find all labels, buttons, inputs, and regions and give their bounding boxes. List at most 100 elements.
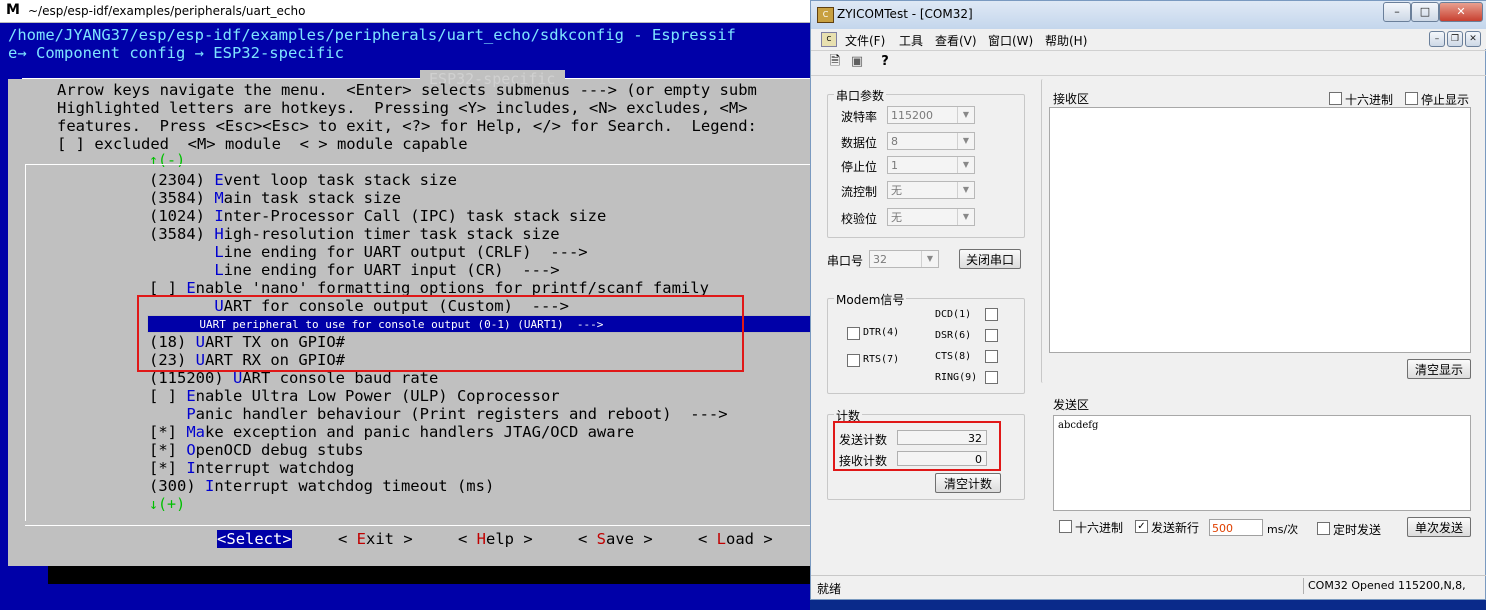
help-icon[interactable]: ? bbox=[877, 54, 893, 70]
scroll-down-indicator: ↓(+) bbox=[149, 495, 186, 513]
comtest-titlebar: C ZYICOMTest - [COM32] – □ ✕ bbox=[811, 1, 1486, 29]
dsr-label: DSR(6) bbox=[935, 330, 972, 341]
stop-bits-label: 停止位 bbox=[841, 160, 878, 174]
data-bits-label: 数据位 bbox=[841, 136, 878, 150]
chevron-down-icon: ▼ bbox=[957, 182, 974, 198]
dialog-top-border bbox=[22, 78, 810, 79]
timed-send-label: 定时发送 bbox=[1333, 523, 1382, 537]
doc-icon: C bbox=[821, 32, 837, 47]
parity-select[interactable]: 无 ▼ bbox=[887, 208, 975, 226]
serial-params-title: 串口参数 bbox=[834, 87, 887, 104]
baud-label: 波特率 bbox=[841, 110, 878, 124]
help-line-4: [ ] excluded <M> module < > module capab… bbox=[57, 135, 468, 153]
mdi-restore-icon[interactable]: ❐ bbox=[1447, 31, 1463, 47]
cts-indicator bbox=[985, 350, 998, 363]
mdi-minimize-icon[interactable]: – bbox=[1429, 31, 1445, 47]
menu-item[interactable]: Line ending for UART output (CRLF) ---> bbox=[149, 243, 587, 261]
send-newline-checkbox[interactable]: ✓ bbox=[1135, 520, 1148, 533]
close-port-button[interactable]: 关闭串口 bbox=[959, 249, 1021, 269]
maximize-icon[interactable]: □ bbox=[1411, 2, 1439, 22]
menu-help[interactable]: 帮助(H) bbox=[1045, 32, 1087, 49]
config-path: /home/JYANG37/esp/esp-idf/examples/perip… bbox=[8, 26, 736, 44]
status-bar: 就绪 COM32 Opened 115200,N,8, bbox=[811, 575, 1486, 598]
recv-hex-checkbox[interactable] bbox=[1329, 92, 1342, 105]
terminal-window: M ~/esp/esp-idf/examples/peripherals/uar… bbox=[0, 0, 810, 610]
interval-unit: ms/次 bbox=[1267, 523, 1299, 536]
receive-label: 接收区 bbox=[1053, 92, 1090, 106]
menu-item[interactable]: (1024) Inter-Processor Call (IPC) task s… bbox=[149, 207, 606, 225]
button-bar-divider bbox=[25, 525, 810, 526]
single-send-button[interactable]: 单次发送 bbox=[1407, 517, 1471, 537]
baud-select[interactable]: 115200 ▼ bbox=[887, 106, 975, 124]
chevron-down-icon: ▼ bbox=[957, 107, 974, 123]
comtest-title: ZYICOMTest - [COM32] bbox=[837, 7, 973, 21]
dcd-label: DCD(1) bbox=[935, 309, 972, 320]
clear-display-button[interactable]: 清空显示 bbox=[1407, 359, 1471, 379]
stop-display-checkbox[interactable] bbox=[1405, 92, 1418, 105]
flow-control-label: 流控制 bbox=[841, 185, 878, 199]
menu-item[interactable]: [ ] Enable Ultra Low Power (ULP) Coproce… bbox=[149, 387, 560, 405]
chevron-down-icon: ▼ bbox=[921, 251, 938, 267]
status-connection: COM32 Opened 115200,N,8, bbox=[1303, 578, 1485, 594]
send-newline-label: 发送新行 bbox=[1151, 521, 1200, 535]
exit-button[interactable]: < Exit > bbox=[338, 530, 413, 548]
help-line-1: Arrow keys navigate the menu. <Enter> se… bbox=[57, 81, 757, 99]
new-file-icon[interactable]: 🗎 bbox=[827, 54, 843, 70]
data-bits-select[interactable]: 8 ▼ bbox=[887, 132, 975, 150]
app-icon: C bbox=[817, 7, 834, 23]
dtr-label: DTR(4) bbox=[863, 327, 900, 338]
terminal-title: ~/esp/esp-idf/examples/peripherals/uart_… bbox=[28, 4, 306, 18]
send-hex-label: 十六进制 bbox=[1075, 521, 1124, 535]
dsr-indicator bbox=[985, 329, 998, 342]
modem-title: Modem信号 bbox=[834, 291, 907, 308]
cts-label: CTS(8) bbox=[935, 351, 972, 362]
flow-control-select[interactable]: 无 ▼ bbox=[887, 181, 975, 199]
menu-view[interactable]: 查看(V) bbox=[935, 32, 977, 49]
comtest-window: C ZYICOMTest - [COM32] – □ ✕ C 文件(F) 工具 … bbox=[810, 0, 1486, 600]
save-icon[interactable]: ▣ bbox=[849, 54, 865, 70]
receive-textarea[interactable] bbox=[1049, 107, 1471, 353]
menu-tools[interactable]: 工具 bbox=[899, 32, 923, 49]
minimize-icon[interactable]: – bbox=[1383, 2, 1411, 22]
dcd-indicator bbox=[985, 308, 998, 321]
interval-input[interactable]: 500 bbox=[1209, 519, 1263, 536]
parity-label: 校验位 bbox=[841, 212, 878, 226]
rts-checkbox[interactable] bbox=[847, 354, 860, 367]
menu-item[interactable]: (2304) Event loop task stack size bbox=[149, 171, 457, 189]
help-button[interactable]: < Help > bbox=[458, 530, 533, 548]
close-icon[interactable]: ✕ bbox=[1439, 2, 1483, 22]
menu-window[interactable]: 窗口(W) bbox=[988, 32, 1033, 49]
stop-display-label: 停止显示 bbox=[1421, 93, 1470, 107]
menu-item[interactable]: Panic handler behaviour (Print registers… bbox=[149, 405, 727, 423]
load-button[interactable]: < Load > bbox=[698, 530, 773, 548]
menu-item[interactable]: [*] Interrupt watchdog bbox=[149, 459, 354, 477]
breadcrumb: e→ Component config → ESP32-specific bbox=[8, 44, 344, 62]
mdi-close-icon[interactable]: ✕ bbox=[1465, 31, 1481, 47]
highlight-box-uart bbox=[137, 295, 744, 372]
timed-send-checkbox[interactable] bbox=[1317, 522, 1330, 535]
send-textarea[interactable]: abcdefg bbox=[1053, 415, 1471, 511]
ring-indicator bbox=[985, 371, 998, 384]
status-ready: 就绪 bbox=[817, 582, 842, 596]
menu-file[interactable]: 文件(F) bbox=[845, 32, 885, 49]
dialog-shadow bbox=[48, 566, 810, 584]
menu-item[interactable]: (3584) Main task stack size bbox=[149, 189, 401, 207]
save-button[interactable]: < Save > bbox=[578, 530, 653, 548]
terminal-logo-icon: M bbox=[6, 2, 20, 18]
port-label: 串口号 bbox=[827, 254, 864, 268]
select-button[interactable]: <Select> bbox=[217, 530, 292, 548]
stop-bits-select[interactable]: 1 ▼ bbox=[887, 156, 975, 174]
menu-item[interactable]: Line ending for UART input (CR) ---> bbox=[149, 261, 559, 279]
rts-label: RTS(7) bbox=[863, 354, 900, 365]
port-select[interactable]: 32 ▼ bbox=[869, 250, 939, 268]
help-line-2: Highlighted letters are hotkeys. Pressin… bbox=[57, 99, 748, 117]
menu-item[interactable]: (300) Interrupt watchdog timeout (ms) bbox=[149, 477, 494, 495]
send-hex-checkbox[interactable] bbox=[1059, 520, 1072, 533]
highlight-box-counter bbox=[833, 421, 1001, 471]
menu-item[interactable]: [*] Make exception and panic handlers JT… bbox=[149, 423, 634, 441]
send-label: 发送区 bbox=[1053, 398, 1090, 412]
clear-count-button[interactable]: 清空计数 bbox=[935, 473, 1001, 493]
menu-item[interactable]: [*] OpenOCD debug stubs bbox=[149, 441, 364, 459]
menu-item[interactable]: (3584) High-resolution timer task stack … bbox=[149, 225, 560, 243]
dtr-checkbox[interactable] bbox=[847, 327, 860, 340]
